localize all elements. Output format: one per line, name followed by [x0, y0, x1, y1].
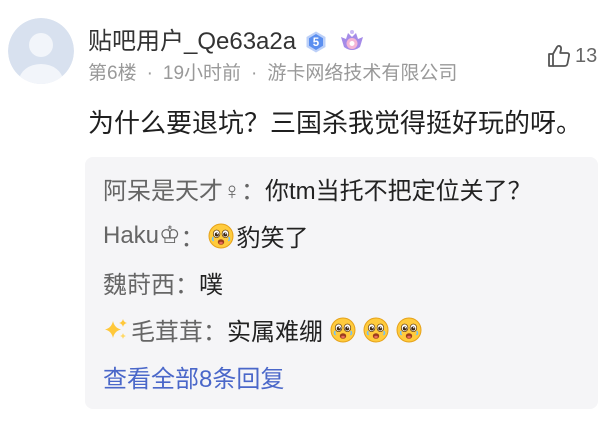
- reply-text: 豹笑了: [236, 225, 309, 252]
- user-avatar[interactable]: [8, 18, 74, 84]
- sub-reply[interactable]: 阿呆是天才♀ ： 你tm当托不把定位关了？: [103, 165, 598, 212]
- sub-replies-panel: 阿呆是天才♀ ： 你tm当托不把定位关了？ Haku♔ ： 豹笑了 魏莳西 ： …: [85, 157, 598, 409]
- surprised-cry-emoji-icon: [330, 317, 356, 343]
- reply-author[interactable]: Haku♔: [103, 221, 181, 250]
- thumbs-up-icon: [548, 44, 570, 67]
- like-button[interactable]: 13: [546, 42, 597, 70]
- meta-separator: ·: [251, 63, 258, 84]
- author-row: 贴吧用户_Qe63a2a 5: [88, 26, 366, 58]
- post-content: 为什么要退坑？三国杀我觉得挺好玩的呀。: [88, 108, 583, 138]
- sub-reply[interactable]: 毛茸茸 ： 实属难绷: [103, 306, 598, 353]
- reply-colon: ：: [180, 225, 205, 252]
- view-all-replies-link[interactable]: 查看全部8条回复: [103, 359, 284, 394]
- reply-author[interactable]: 毛茸茸: [131, 312, 203, 347]
- post-time: 19小时前: [162, 63, 242, 84]
- level-badge-icon: 5: [306, 31, 326, 53]
- username[interactable]: 贴吧用户_Qe63a2a: [88, 26, 296, 58]
- reply-colon: ：: [175, 272, 199, 299]
- post-meta: 第6楼 · 19小时前 · 游卡网络技术有限公司: [88, 62, 457, 86]
- like-count: 13: [575, 45, 598, 67]
- reply-text: 实属难绷: [227, 319, 323, 346]
- post-source: 游卡网络技术有限公司: [267, 63, 458, 84]
- view-all-replies-row: 查看全部8条回复: [103, 353, 598, 400]
- level-badge-number: 5: [313, 37, 320, 49]
- reply-text: 你tm当托不把定位关了？: [265, 178, 532, 205]
- sub-reply[interactable]: Haku♔ ： 豹笑了: [103, 212, 598, 259]
- default-avatar-icon: [8, 18, 74, 84]
- sparkles-icon: [105, 318, 127, 339]
- sub-reply[interactable]: 魏莳西 ： 噗: [103, 259, 598, 306]
- reply-author[interactable]: 阿呆是天才♀: [103, 171, 241, 206]
- floor-number: 第6楼: [88, 63, 137, 84]
- meta-separator: ·: [146, 63, 153, 84]
- surprised-cry-emoji-icon: [363, 317, 389, 343]
- reply-colon: ：: [203, 319, 227, 346]
- reply-colon: ：: [241, 178, 265, 205]
- reply-author[interactable]: 魏莳西: [103, 265, 175, 300]
- reply-text: 噗: [199, 272, 223, 299]
- surprised-cry-emoji-icon: [208, 223, 234, 249]
- surprised-cry-emoji-icon: [396, 317, 422, 343]
- purple-badge-icon: [341, 30, 364, 50]
